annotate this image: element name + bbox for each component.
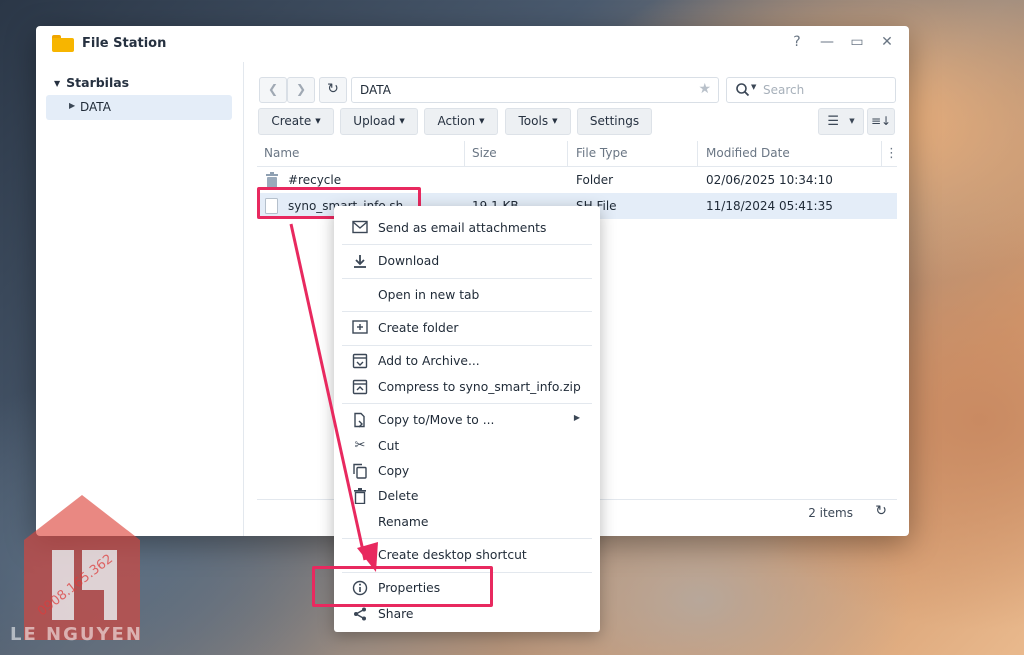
menu-item-send-email[interactable]: Send as email attachments [342, 216, 592, 240]
menu-item-label: Copy to/Move to ... [378, 413, 495, 427]
watermark-logo [24, 495, 140, 640]
archive-icon [352, 353, 368, 369]
upload-label: Upload [353, 114, 396, 128]
column-size[interactable]: Size [472, 141, 497, 166]
dropdown-icon: ▼ [479, 117, 485, 125]
sort-button[interactable]: ≡↓ [867, 108, 895, 135]
menu-item-label: Create desktop shortcut [378, 548, 527, 562]
download-icon [352, 253, 368, 269]
trash-icon [352, 488, 368, 505]
caret-down-icon: ▼ [54, 79, 61, 88]
search-box[interactable]: ▼ [726, 77, 896, 103]
mail-icon [352, 220, 368, 236]
menu-item-create-folder[interactable]: Create folder [342, 316, 592, 340]
menu-item-rename[interactable]: Rename [342, 510, 592, 534]
menu-item-label: Cut [378, 439, 400, 453]
menu-item-label: Send as email attachments [378, 221, 547, 235]
highlight-box-properties [312, 566, 493, 607]
help-icon[interactable]: ? [789, 34, 805, 50]
menu-item-label: Compress to syno_smart_info.zip [378, 380, 581, 394]
sort-icon: ≡↓ [870, 114, 892, 128]
share-icon [352, 606, 368, 622]
back-button[interactable]: ❮ [259, 77, 287, 103]
new-folder-icon [352, 320, 368, 336]
tools-label: Tools [518, 114, 549, 128]
dropdown-icon: ▼ [399, 117, 405, 125]
tree-root[interactable]: ▼ Starbilas [54, 75, 129, 90]
list-view-icon: ☰ [827, 114, 840, 129]
column-options-icon[interactable]: ⋮ [885, 141, 898, 166]
menu-item-compress[interactable]: Compress to syno_smart_info.zip [342, 375, 592, 399]
path-text: DATA [360, 83, 391, 97]
menu-item-label: Copy [378, 464, 410, 478]
column-modified-date[interactable]: Modified Date [706, 141, 790, 166]
menu-item-open-new-tab[interactable]: Open in new tab [342, 283, 592, 307]
view-mode-button[interactable]: ☰ ▼ [818, 108, 864, 135]
dropdown-icon: ▼ [315, 117, 321, 125]
item-count: 2 items [808, 506, 853, 520]
menu-item-label: Download [378, 254, 440, 268]
dropdown-icon: ▼ [552, 117, 558, 125]
watermark-brand: LE NGUYEN [10, 624, 143, 645]
refresh-icon[interactable]: ↻ [875, 503, 887, 519]
caret-right-icon[interactable]: ▶ [69, 101, 75, 110]
search-icon[interactable] [735, 82, 751, 98]
tree-root-label: Starbilas [66, 75, 130, 90]
sidebar-item-data[interactable]: ▶ DATA [46, 95, 232, 120]
settings-button[interactable]: Settings [577, 108, 652, 135]
menu-item-copy-move[interactable]: Copy to/Move to ... ▶ [342, 408, 592, 432]
file-modified: 11/18/2024 05:41:35 [706, 199, 833, 213]
close-icon[interactable]: ✕ [879, 34, 895, 50]
scissors-icon: ✂ [354, 438, 366, 453]
minimize-icon[interactable]: — [819, 34, 835, 50]
menu-item-label: Open in new tab [378, 288, 480, 302]
maximize-icon[interactable]: ▭ [849, 34, 865, 50]
forward-button[interactable]: ❯ [287, 77, 315, 103]
refresh-button[interactable]: ↻ [319, 77, 347, 103]
menu-item-label: Delete [378, 489, 419, 503]
action-button[interactable]: Action ▼ [424, 108, 498, 135]
file-modified: 02/06/2025 10:34:10 [706, 173, 833, 187]
dropdown-icon: ▼ [849, 117, 855, 125]
menu-item-label: Rename [378, 515, 429, 529]
column-name[interactable]: Name [264, 141, 299, 166]
tools-button[interactable]: Tools ▼ [505, 108, 571, 135]
action-label: Action [437, 114, 476, 128]
search-dropdown-icon[interactable]: ▼ [751, 83, 756, 91]
create-label: Create [271, 114, 312, 128]
list-header: Name Size File Type Modified Date ⋮ [257, 141, 898, 167]
file-type: Folder [576, 173, 614, 187]
compress-icon [352, 379, 368, 395]
menu-item-desktop-shortcut[interactable]: Create desktop shortcut [342, 543, 592, 567]
menu-item-label: Share [378, 607, 414, 621]
path-bar[interactable]: DATA ★ [351, 77, 719, 103]
submenu-arrow-icon: ▶ [573, 413, 580, 422]
upload-button[interactable]: Upload ▼ [340, 108, 418, 135]
star-icon[interactable]: ★ [698, 81, 711, 97]
column-file-type[interactable]: File Type [576, 141, 627, 166]
search-input[interactable] [761, 81, 885, 99]
menu-item-add-archive[interactable]: Add to Archive... [342, 349, 592, 373]
menu-item-download[interactable]: Download [342, 249, 592, 273]
copy-move-icon [352, 412, 368, 428]
menu-item-copy[interactable]: Copy [342, 459, 592, 483]
menu-item-delete[interactable]: Delete [342, 484, 592, 508]
menu-item-label: Add to Archive... [378, 354, 480, 368]
sidebar: ▼ Starbilas ▶ DATA [36, 62, 244, 536]
window-title: File Station [82, 36, 167, 51]
menu-item-cut[interactable]: ✂ Cut [342, 434, 592, 458]
sidebar-item-label: DATA [80, 100, 111, 114]
copy-icon [352, 463, 368, 479]
title-bar: File Station ? — ▭ ✕ [36, 26, 909, 62]
folder-app-icon [52, 35, 74, 52]
create-button[interactable]: Create ▼ [258, 108, 334, 135]
settings-label: Settings [589, 114, 640, 128]
menu-item-label: Create folder [378, 321, 459, 335]
